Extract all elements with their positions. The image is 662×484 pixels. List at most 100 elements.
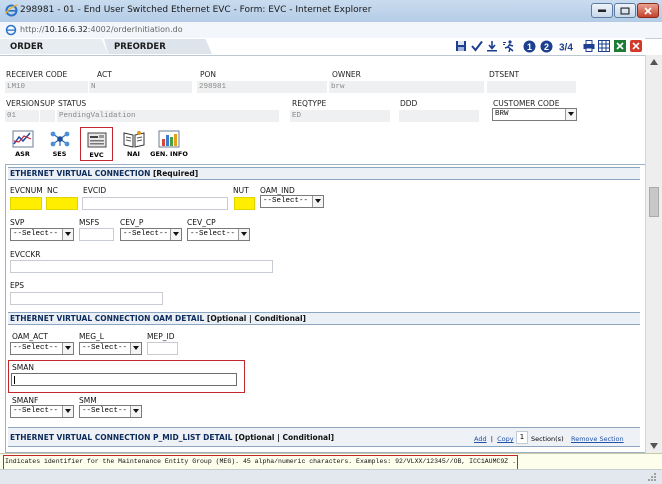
scroll-up-icon[interactable] xyxy=(650,59,658,65)
ses-button[interactable]: SES xyxy=(43,127,76,161)
tab-preorder[interactable]: PREORDER xyxy=(104,39,212,54)
chevron-down-icon xyxy=(62,343,73,354)
customer-code-select[interactable]: BRW xyxy=(492,108,577,121)
ddd-value xyxy=(399,110,479,122)
meg-l-label: MEG_L xyxy=(79,332,104,341)
minimize-icon xyxy=(598,9,606,12)
smm-selected: --Select-- xyxy=(82,407,128,415)
minimize-button[interactable] xyxy=(591,3,613,18)
evc-button[interactable]: EVC xyxy=(80,127,113,161)
evcid-input[interactable] xyxy=(82,197,228,210)
url-text[interactable]: http://10.16.6.32:4002/orderInitiation.d… xyxy=(20,25,183,34)
form-content-panel: ETHERNET VIRTUAL CONNECTION [Required] E… xyxy=(5,164,647,453)
scrollbar-thumb[interactable] xyxy=(649,187,659,217)
mep-id-input[interactable] xyxy=(147,342,178,355)
evcnum-input[interactable] xyxy=(10,197,42,210)
page-1-icon[interactable]: 1 xyxy=(523,40,536,53)
owner-value: brw xyxy=(329,81,484,93)
url-prefix: http:// xyxy=(20,25,45,34)
nut-label: NUT xyxy=(233,186,249,195)
gen-info-button[interactable]: GEN. INFO xyxy=(150,127,188,161)
nc-label: NC xyxy=(47,186,58,195)
pmid-section-flag: [Optional | Conditional] xyxy=(235,433,335,442)
evcckr-input[interactable] xyxy=(10,260,273,273)
evc-section-header: ETHERNET VIRTUAL CONNECTION [Required] xyxy=(8,167,640,180)
pon-value: 298981 xyxy=(197,81,327,93)
pon-label: PON xyxy=(200,70,217,79)
smm-select[interactable]: --Select-- xyxy=(79,405,142,418)
eps-input[interactable] xyxy=(10,292,163,305)
sup-label: SUP xyxy=(40,99,55,108)
section-count-input[interactable]: 1 xyxy=(516,431,528,444)
act-label: ACT xyxy=(97,70,112,79)
svp-select[interactable]: --Select-- xyxy=(10,228,74,241)
maximize-button[interactable] xyxy=(614,3,636,18)
resize-grip-icon[interactable] xyxy=(647,472,657,482)
nut-input[interactable] xyxy=(234,197,255,210)
cev-cp-select[interactable]: --Select-- xyxy=(187,228,250,241)
maximize-icon xyxy=(620,7,630,14)
chevron-down-icon xyxy=(130,343,141,354)
print-icon[interactable] xyxy=(583,40,595,52)
cev-p-select[interactable]: --Select-- xyxy=(120,228,182,241)
evcckr-label: EVCCKR xyxy=(10,250,41,259)
vertical-scrollbar[interactable] xyxy=(645,55,662,453)
receiver-code-value: LM10 xyxy=(5,81,88,93)
sup-value xyxy=(40,110,55,122)
smanf-label: SMANF xyxy=(12,396,39,405)
add-link[interactable]: Add xyxy=(474,435,487,443)
remove-section-control: Remove Section xyxy=(571,435,624,443)
address-bar[interactable]: http://10.16.6.32:4002/orderInitiation.d… xyxy=(0,22,662,39)
sman-input[interactable] xyxy=(11,373,237,386)
page-2-icon[interactable]: 2 xyxy=(540,40,553,53)
close-icon[interactable] xyxy=(630,40,642,52)
cev-cp-label: CEV_CP xyxy=(187,218,216,227)
owner-label: OWNER xyxy=(332,70,361,79)
evc-section-title: ETHERNET VIRTUAL CONNECTION xyxy=(10,169,151,178)
grid-icon[interactable] xyxy=(598,40,610,52)
download-icon[interactable] xyxy=(486,40,498,52)
page-3-4-icon[interactable]: 3/4 xyxy=(559,40,579,54)
nai-button[interactable]: NAI xyxy=(117,127,150,161)
nc-input[interactable] xyxy=(46,197,78,210)
page-icon xyxy=(5,24,17,36)
meg-l-select[interactable]: --Select-- xyxy=(79,342,142,355)
close-window-button[interactable] xyxy=(637,3,659,18)
copy-link[interactable]: Copy xyxy=(497,435,514,443)
smanf-select[interactable]: --Select-- xyxy=(10,405,74,418)
gen-info-label: GEN. INFO xyxy=(150,150,188,158)
scroll-down-icon[interactable] xyxy=(650,443,658,449)
dtsent-value xyxy=(487,81,576,93)
oam-act-select[interactable]: --Select-- xyxy=(10,342,74,355)
asr-button[interactable]: ASR xyxy=(6,127,39,161)
reqtype-value: ED xyxy=(290,110,390,122)
chevron-down-icon xyxy=(565,109,576,120)
customer-code-selected: BRW xyxy=(495,110,509,118)
receiver-code-label: RECEIVER CODE xyxy=(6,70,68,79)
act-value: N xyxy=(89,81,192,93)
msfs-label: MSFS xyxy=(79,218,100,227)
chevron-down-icon xyxy=(62,406,73,417)
tab-order[interactable]: ORDER xyxy=(0,39,108,54)
remove-section-link[interactable]: Remove Section xyxy=(571,435,624,443)
excel-icon[interactable] xyxy=(614,40,626,52)
msfs-input[interactable] xyxy=(79,228,114,241)
version-label: VERSION xyxy=(6,99,40,108)
chevron-down-icon xyxy=(170,229,181,240)
page-1-label: 1 xyxy=(527,42,532,52)
save-icon[interactable] xyxy=(455,40,467,52)
nai-label: NAI xyxy=(127,150,140,158)
cev-p-selected: --Select-- xyxy=(123,230,169,238)
sman-label: SMAN xyxy=(12,363,34,372)
oam-ind-select[interactable]: --Select-- xyxy=(260,195,324,208)
gen-info-chart-icon xyxy=(158,130,180,148)
version-value: 01 xyxy=(5,110,39,122)
chevron-down-icon xyxy=(130,406,141,417)
close-icon xyxy=(644,6,652,15)
validate-check-icon[interactable] xyxy=(471,40,483,52)
oam-section-flag: [Optional | Conditional] xyxy=(206,314,306,323)
url-path: :4002/orderInitiation.do xyxy=(87,25,183,34)
run-icon[interactable] xyxy=(503,40,515,52)
customer-code-label: CUSTOMER CODE xyxy=(493,99,560,108)
window-title: 298981 - 01 - End User Switched Ethernet… xyxy=(20,5,372,15)
